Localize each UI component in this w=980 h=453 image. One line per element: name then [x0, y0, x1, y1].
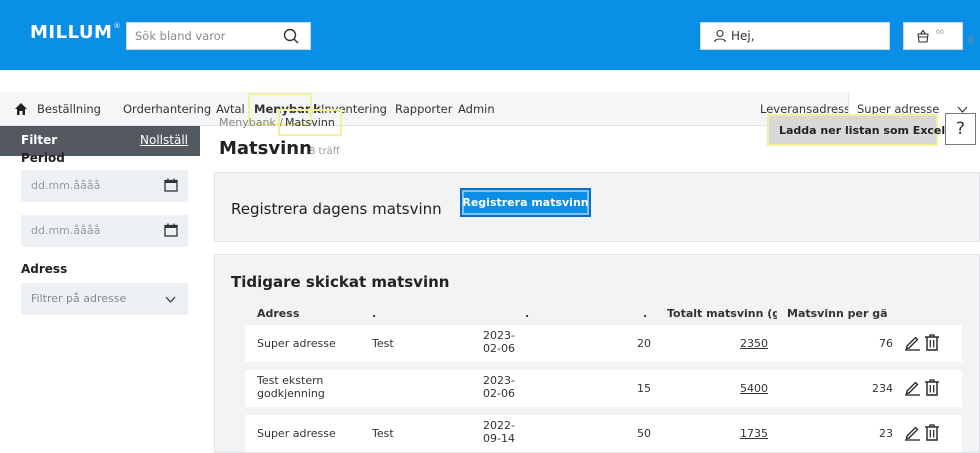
search-icon[interactable]: [282, 27, 300, 45]
breadcrumb: Menybank /: [219, 116, 283, 129]
column-header-address[interactable]: Adress: [257, 307, 299, 320]
date-from-input[interactable]: dd.mm.åååå: [21, 170, 188, 202]
logo[interactable]: MILLUM®: [30, 22, 121, 43]
trash-icon[interactable]: [924, 424, 940, 441]
nav-item-admin[interactable]: Admin: [458, 102, 495, 116]
column-header-qty[interactable]: .: [643, 307, 647, 320]
cell-per-guest: 23: [879, 427, 893, 440]
help-button[interactable]: ?: [945, 113, 976, 145]
table-row: Test ekstern godkjenning 2023- 02-06 15 54…: [245, 370, 962, 407]
table-row: Super adresse Test 2022- 09-14 50 1735 23: [245, 415, 962, 452]
date-from-placeholder: dd.mm.åååå: [31, 179, 101, 192]
period-label: Period: [21, 151, 65, 165]
register-card: Registrera dagens matsvinn Registrera ma…: [214, 172, 980, 242]
register-button-label: Registrera matsvinn: [462, 196, 589, 209]
calendar-icon[interactable]: [164, 178, 178, 192]
filter-sidebar: Filter Nollställ Period dd.mm.åååå dd.mm…: [0, 126, 200, 453]
date-to-placeholder: dd.mm.åååå: [31, 224, 101, 237]
cell-total-link[interactable]: 1735: [740, 427, 768, 440]
cell-per-guest: 234: [872, 382, 893, 395]
column-header-total[interactable]: Totalt matsvinn (gra: [667, 307, 777, 320]
cell-date: 2023- 02-06: [483, 329, 515, 355]
register-title: Registrera dagens matsvinn: [231, 200, 442, 218]
history-title: Tidigare skickat matsvinn: [231, 273, 450, 291]
cell-date: 2022- 09-14: [483, 419, 515, 445]
chevron-down-icon: [165, 296, 176, 303]
nav-item-rapporter[interactable]: Rapporter: [395, 102, 452, 116]
column-header-name[interactable]: .: [372, 307, 376, 320]
home-icon[interactable]: [14, 102, 28, 116]
cell-qty: 20: [637, 337, 651, 350]
table-row: Super adresse Test 2023- 02-06 20 2350 76: [245, 325, 962, 362]
cell-total-link[interactable]: 5400: [740, 382, 768, 395]
search-input[interactable]: Sök bland varor: [126, 22, 311, 50]
user-greeting: Hej,: [731, 29, 755, 43]
trash-icon[interactable]: [924, 334, 940, 351]
breadcrumb-current: Matsvinn: [278, 109, 342, 136]
nav-item-orderhantering[interactable]: Orderhantering: [123, 102, 211, 116]
user-button[interactable]: Hej,: [700, 22, 890, 50]
cell-date: 2023- 02-06: [483, 374, 515, 400]
address-filter-select[interactable]: Filtrer på adresse: [21, 283, 188, 315]
top-bar: MILLUM® Sök bland varor Hej, 0 00: [0, 0, 980, 70]
cell-qty: 15: [637, 382, 651, 395]
trash-icon[interactable]: [924, 379, 940, 396]
column-header-date[interactable]: .: [525, 307, 529, 320]
result-count: 8 träff: [309, 146, 340, 157]
cell-name: Test: [372, 427, 394, 440]
cell-name: Test: [372, 337, 394, 350]
cell-address: Test ekstern godkjenning: [257, 374, 325, 400]
nav-item-avtal[interactable]: Avtal: [216, 102, 245, 116]
register-food-waste-button[interactable]: Registrera matsvinn: [460, 188, 591, 217]
calendar-icon[interactable]: [164, 223, 178, 237]
edit-icon[interactable]: [904, 379, 921, 396]
cell-address: Super adresse: [257, 427, 336, 440]
cell-qty: 50: [637, 427, 651, 440]
download-excel-label: Ladda ner listan som Excelfil: [779, 124, 958, 137]
cart-button[interactable]: 0 00: [903, 22, 975, 50]
filter-title: Filter: [21, 133, 58, 147]
cart-total: 0 00: [936, 29, 975, 46]
date-to-input[interactable]: dd.mm.åååå: [21, 215, 188, 247]
address-filter-placeholder: Filtrer på adresse: [31, 292, 127, 305]
search-placeholder: Sök bland varor: [135, 29, 226, 43]
cell-address: Super adresse: [257, 337, 336, 350]
nav-item-bestallning[interactable]: Beställning: [37, 102, 101, 116]
page-title: Matsvinn: [219, 138, 312, 159]
edit-icon[interactable]: [904, 334, 921, 351]
address-label: Adress: [21, 262, 68, 276]
breadcrumb-parent[interactable]: Menybank: [219, 116, 276, 129]
edit-icon[interactable]: [904, 424, 921, 441]
reset-filter-link[interactable]: Nollställ: [140, 133, 188, 147]
column-header-per-guest[interactable]: Matsvinn per gäst ((: [787, 307, 887, 320]
history-card: Tidigare skickat matsvinn Adress . . . T…: [214, 254, 980, 453]
cell-per-guest: 76: [879, 337, 893, 350]
user-icon: [713, 29, 727, 43]
download-excel-button[interactable]: Ladda ner listan som Excelfil: [767, 114, 957, 146]
cell-total-link[interactable]: 2350: [740, 337, 768, 350]
basket-icon: [917, 29, 929, 43]
